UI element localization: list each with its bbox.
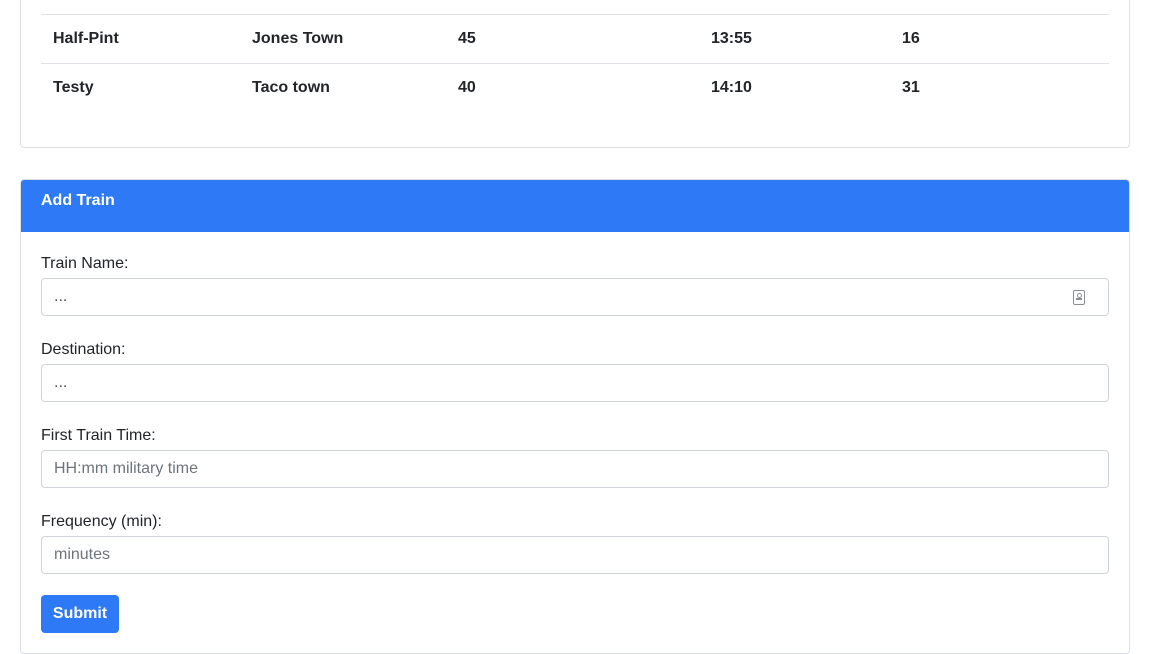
- schedule-table: Half-Pint Jones Town 45 13:55 16 Testy T…: [41, 14, 1109, 113]
- frequency-input[interactable]: minutes: [41, 536, 1109, 574]
- minutes-away-cell: 16: [902, 30, 920, 47]
- destination-value: ...: [54, 374, 68, 391]
- first-train-time-group: First Train Time: HH:mm military time: [41, 426, 1109, 488]
- table-row: Testy Taco town 40 14:10 31: [41, 63, 1109, 113]
- table-row: Half-Pint Jones Town 45 13:55 16: [41, 14, 1109, 64]
- destination-label: Destination:: [41, 341, 126, 358]
- train-name-label: Train Name:: [41, 255, 129, 272]
- train-name-cell: Testy: [53, 79, 94, 97]
- submit-button[interactable]: Submit: [41, 595, 119, 633]
- frequency-group: Frequency (min): minutes: [41, 512, 1109, 574]
- train-name-input[interactable]: ...: [41, 278, 1109, 316]
- first-train-time-input[interactable]: HH:mm military time: [41, 450, 1109, 488]
- contact-card-icon[interactable]: [1073, 290, 1085, 305]
- first-train-time-label: First Train Time:: [41, 427, 156, 444]
- train-name-group: Train Name: ...: [41, 254, 1109, 316]
- add-train-card: Add Train Train Name: ... Destination: .…: [20, 179, 1130, 654]
- train-name-cell: Half-Pint: [53, 30, 119, 47]
- schedule-card: Half-Pint Jones Town 45 13:55 16 Testy T…: [20, 0, 1130, 148]
- minutes-away-cell: 31: [902, 79, 920, 97]
- next-arrival-cell: 14:10: [711, 79, 752, 97]
- frequency-label: Frequency (min):: [41, 513, 162, 530]
- frequency-placeholder: minutes: [54, 546, 111, 563]
- destination-cell: Jones Town: [252, 30, 344, 47]
- add-train-header: Add Train: [21, 180, 1129, 232]
- destination-cell: Taco town: [252, 79, 330, 97]
- train-name-value: ...: [54, 288, 68, 305]
- frequency-cell: 40: [458, 79, 476, 97]
- next-arrival-cell: 13:55: [711, 30, 752, 47]
- frequency-cell: 45: [458, 30, 476, 47]
- destination-group: Destination: ...: [41, 340, 1109, 402]
- first-train-time-placeholder: HH:mm military time: [54, 460, 198, 477]
- destination-input[interactable]: ...: [41, 364, 1109, 402]
